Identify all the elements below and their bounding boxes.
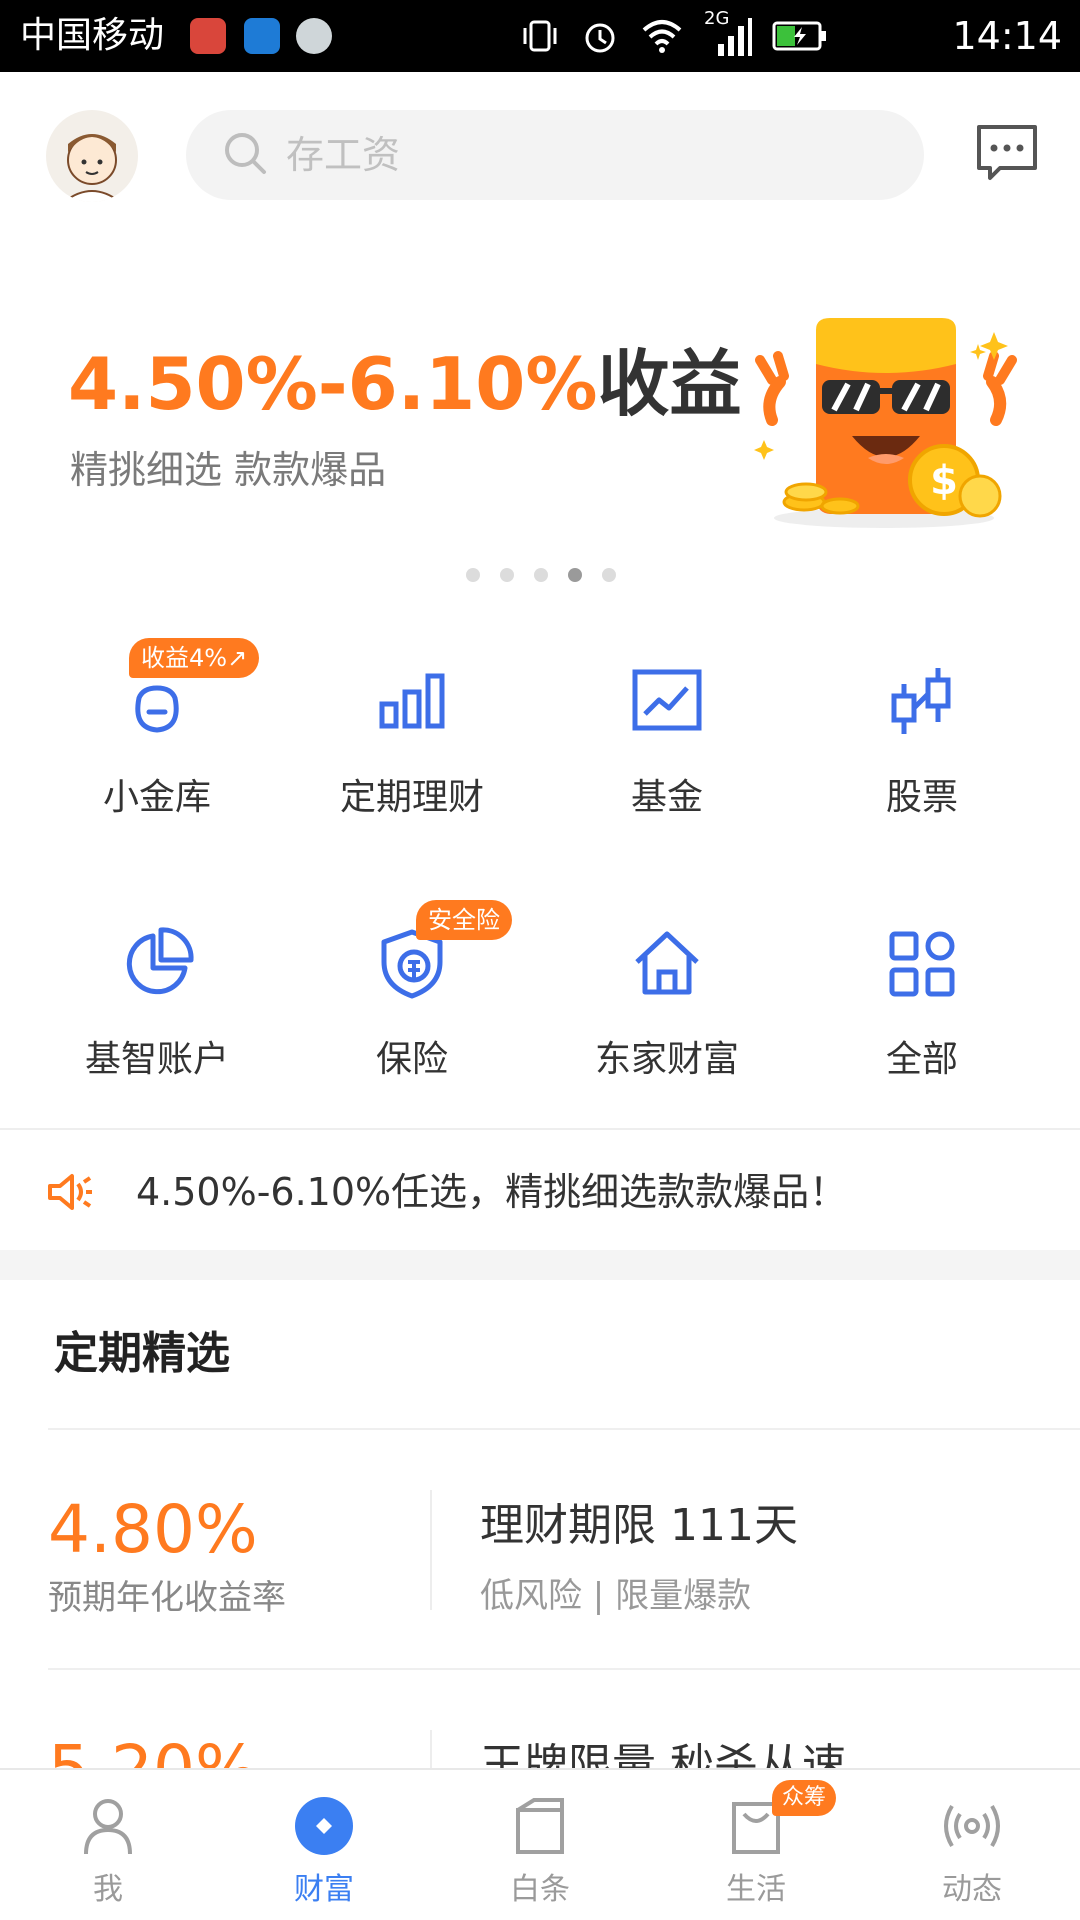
banner-rate: 4.50%-6.10% bbox=[68, 342, 598, 426]
pie-chart-icon bbox=[126, 927, 194, 995]
tab-life[interactable]: 众筹 生活 bbox=[648, 1770, 864, 1920]
notification-app-icon bbox=[190, 18, 226, 54]
tab-label: 动态 bbox=[942, 1872, 1002, 1907]
tab-label: 财富 bbox=[294, 1872, 354, 1907]
grid-item-smart-account[interactable]: 基智账户 bbox=[47, 926, 267, 1106]
grid-item-insurance[interactable]: 安全险 保险 bbox=[302, 900, 522, 1106]
status-bar: 中国移动 2G 14:14 bbox=[0, 0, 1080, 72]
user-avatar-icon bbox=[63, 134, 121, 202]
product-description: 低风险 | 限量爆款 bbox=[480, 1576, 752, 1616]
vibrate-icon bbox=[523, 20, 557, 52]
tab-label: 生活 bbox=[726, 1872, 786, 1907]
banner-title-suffix: 收益 bbox=[597, 342, 742, 426]
home-icon bbox=[635, 931, 699, 995]
product-rate-label: 预期年化收益率 bbox=[48, 1578, 286, 1618]
section-title: 定期精选 bbox=[54, 1328, 230, 1379]
grid-item-all[interactable]: 全部 bbox=[812, 926, 1032, 1106]
grid-item-xiaojinku[interactable]: 收益4%↗ 小金库 bbox=[47, 638, 267, 844]
divider bbox=[48, 1428, 1080, 1430]
grid-item-fund[interactable]: 基金 bbox=[557, 664, 777, 844]
person-icon bbox=[84, 1799, 132, 1855]
search-bar[interactable]: 存工资 bbox=[186, 110, 924, 200]
notification-app-icon bbox=[244, 18, 280, 54]
tab-feed[interactable]: 动态 bbox=[864, 1770, 1080, 1920]
tab-baitiao[interactable]: 白条 bbox=[432, 1770, 648, 1920]
diamond-icon bbox=[295, 1797, 353, 1855]
pagination-dot bbox=[466, 568, 480, 582]
note-card-icon bbox=[516, 1798, 564, 1854]
red-envelope-mascot-icon: $ bbox=[754, 318, 1017, 528]
section-spacer bbox=[0, 1250, 1080, 1280]
tab-label: 我 bbox=[93, 1872, 123, 1907]
search-icon bbox=[225, 133, 266, 174]
grid-item-fixed-term[interactable]: 定期理财 bbox=[302, 664, 522, 844]
system-icons: 2G bbox=[520, 8, 828, 62]
search-placeholder: 存工资 bbox=[286, 133, 401, 177]
bar-chart-icon bbox=[379, 673, 445, 729]
pagination-dot bbox=[602, 568, 616, 582]
product-title: 理财期限 111天 bbox=[480, 1500, 798, 1551]
banner-subtitle: 精挑细选 款款爆品 bbox=[70, 448, 387, 492]
crowdfunding-badge: 众筹 bbox=[772, 1780, 837, 1816]
tab-wealth[interactable]: 财富 bbox=[216, 1770, 432, 1920]
carrier-name: 中国移动 bbox=[20, 15, 165, 56]
grid-label: 小金库 bbox=[102, 777, 211, 818]
pagination-dot bbox=[534, 568, 548, 582]
grid-label: 基金 bbox=[630, 777, 703, 818]
yield-badge: 收益4%↗ bbox=[129, 638, 260, 678]
grid-label: 定期理财 bbox=[339, 777, 484, 818]
message-icon[interactable] bbox=[976, 124, 1038, 182]
battery-icon bbox=[772, 21, 826, 51]
signal-icon: 2G bbox=[704, 8, 752, 58]
clock: 14:14 bbox=[952, 14, 1062, 58]
grid-label: 基智账户 bbox=[84, 1039, 229, 1080]
divider bbox=[0, 1128, 1080, 1130]
pagination-dot-active bbox=[568, 568, 582, 582]
pagination-dot bbox=[500, 568, 514, 582]
grid-label: 全部 bbox=[885, 1039, 958, 1080]
vertical-divider bbox=[430, 1490, 432, 1610]
grid-label: 股票 bbox=[885, 777, 958, 818]
insurance-badge: 安全险 bbox=[416, 900, 512, 940]
product-rate: 4.80% bbox=[48, 1491, 258, 1568]
notification-app-icon bbox=[296, 18, 332, 54]
notice-text[interactable]: 4.50%-6.10%任选，精挑细选款款爆品！ bbox=[136, 1166, 847, 1218]
candlestick-icon bbox=[891, 668, 951, 734]
line-chart-icon bbox=[632, 669, 702, 731]
svg-text:$: $ bbox=[930, 458, 958, 504]
divider bbox=[48, 1668, 1080, 1670]
grid-item-jd-wealth[interactable]: 东家财富 bbox=[557, 926, 777, 1106]
tab-label: 白条 bbox=[510, 1872, 570, 1907]
wifi-icon bbox=[642, 20, 682, 53]
grid-label: 保险 bbox=[375, 1039, 448, 1080]
apps-grid-icon bbox=[889, 931, 955, 997]
banner-title[interactable]: 4.50%-6.10%收益 bbox=[68, 342, 741, 426]
tab-me[interactable]: 我 bbox=[0, 1770, 216, 1920]
speaker-icon bbox=[48, 1174, 92, 1210]
alarm-icon bbox=[585, 23, 615, 53]
avatar[interactable] bbox=[46, 110, 138, 202]
grid-item-stock[interactable]: 股票 bbox=[812, 664, 1032, 844]
bottom-navigation: 我 财富 白条 众筹 生活 动态 bbox=[0, 1768, 1080, 1920]
banner-pagination bbox=[466, 568, 616, 582]
grid-label: 东家财富 bbox=[594, 1039, 739, 1080]
broadcast-icon bbox=[944, 1804, 1000, 1848]
